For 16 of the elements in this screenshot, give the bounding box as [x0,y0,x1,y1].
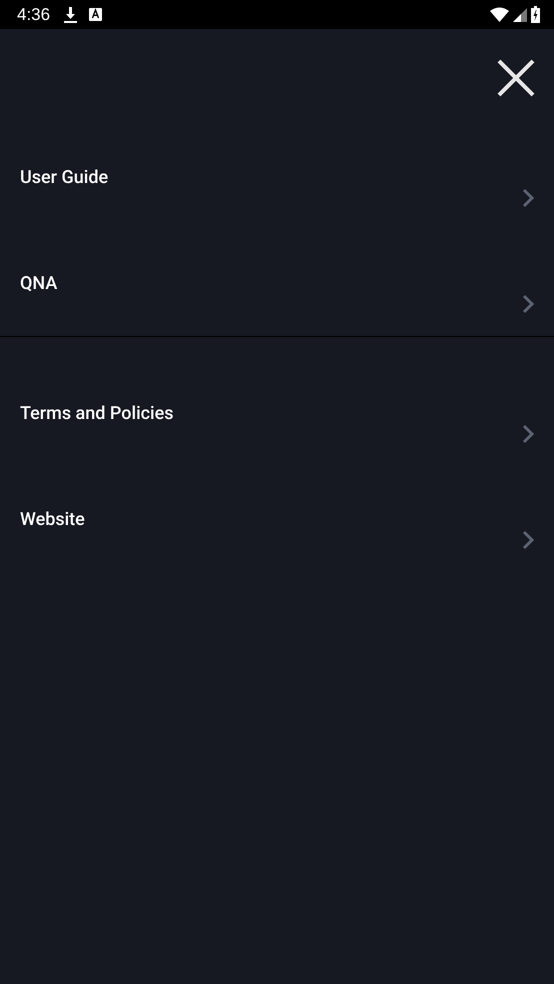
clock-time: 4:36 [17,4,50,24]
battery-icon [531,6,540,23]
signal-icon [513,8,527,22]
chevron-right-icon [522,530,534,550]
wifi-icon [490,7,509,22]
chevron-right-icon [522,188,534,208]
chevron-right-icon [522,424,534,444]
menu-item[interactable]: Terms and Policies [0,360,554,466]
keyboard-icon [89,8,102,21]
chevron-right-icon [522,294,534,314]
menu-item[interactable]: Website [0,466,554,572]
menu-item[interactable]: User Guide [0,124,554,230]
download-icon [64,6,78,22]
menu-item[interactable]: QNA [0,230,554,336]
close-icon [496,58,536,98]
close-button[interactable] [496,58,536,98]
